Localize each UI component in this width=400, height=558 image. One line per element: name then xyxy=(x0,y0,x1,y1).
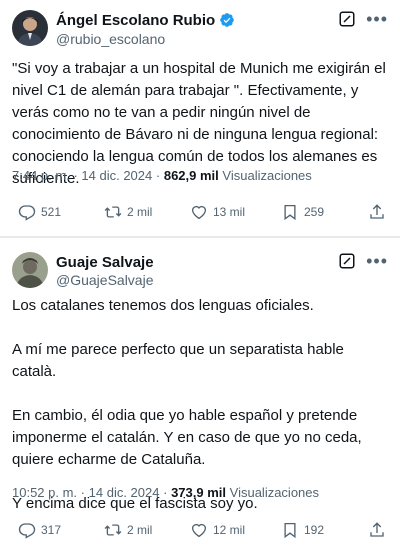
top-actions: ••• xyxy=(338,10,388,28)
tweet-text: Los catalanes tenemos dos lenguas oficia… xyxy=(12,295,392,515)
top-actions: ••• xyxy=(338,252,388,270)
meta-separator: · xyxy=(163,485,168,500)
heart-icon xyxy=(191,205,207,220)
author-name-text: Ángel Escolano Rubio xyxy=(56,12,216,29)
avatar[interactable] xyxy=(12,252,48,288)
like-count: 13 mil xyxy=(213,205,246,219)
repost-count: 2 mil xyxy=(127,205,153,219)
author-handle[interactable]: @GuajeSalvaje xyxy=(56,272,154,288)
meta-separator: · xyxy=(73,168,78,183)
bookmark-button[interactable]: 192 xyxy=(281,521,324,539)
avatar[interactable] xyxy=(12,10,48,46)
reply-icon xyxy=(18,523,36,539)
views-label: Visualizaciones xyxy=(229,485,320,500)
reply-count: 521 xyxy=(41,205,62,219)
view-count: 373,9 mil xyxy=(171,485,227,500)
repost-icon xyxy=(104,206,122,218)
action-bar: 521 2 mil 13 mil 259 xyxy=(0,203,400,225)
views-label: Visualizaciones xyxy=(222,168,312,183)
tweet-paragraph: A mí me parece perfecto que un separatis… xyxy=(12,341,344,380)
meta-separator: · xyxy=(80,485,86,500)
tweet-1: Ángel Escolano Rubio @rubio_escolano •••… xyxy=(0,0,400,236)
bookmark-icon xyxy=(284,522,296,539)
share-icon xyxy=(370,522,384,537)
repost-button[interactable]: 2 mil xyxy=(104,203,152,221)
bookmark-icon xyxy=(284,204,296,221)
grok-icon[interactable] xyxy=(338,10,356,28)
like-count: 12 mil xyxy=(213,523,246,537)
meta-separator: · xyxy=(155,168,161,183)
author-name[interactable]: Ángel Escolano Rubio xyxy=(56,12,235,29)
tweet-paragraph: En cambio, él odia que yo hable español … xyxy=(12,407,362,468)
bookmark-count: 259 xyxy=(304,205,325,219)
more-options-icon[interactable]: ••• xyxy=(366,10,388,28)
bookmark-count: 192 xyxy=(304,523,325,537)
repost-icon xyxy=(104,524,122,536)
bookmark-button[interactable]: 259 xyxy=(281,203,324,221)
tweet-date[interactable]: 14 dic. 2024 xyxy=(89,485,160,500)
share-button[interactable] xyxy=(368,203,386,221)
repost-count: 2 mil xyxy=(127,523,153,537)
reply-button[interactable]: 317 xyxy=(18,521,61,539)
tweet-meta: 7:44 p. m. · 14 dic. 2024 · 862,9 mil Vi… xyxy=(12,168,312,183)
reply-icon xyxy=(18,205,36,221)
heart-icon xyxy=(191,523,207,538)
action-bar: 317 2 mil 12 mil 192 xyxy=(0,521,400,543)
view-count: 862,9 mil xyxy=(163,168,219,183)
tweet-time[interactable]: 10:52 p. m. xyxy=(12,485,77,500)
repost-button[interactable]: 2 mil xyxy=(104,521,152,539)
author-name[interactable]: Guaje Salvaje xyxy=(56,254,154,271)
tweet-meta: 10:52 p. m. · 14 dic. 2024 · 373,9 mil V… xyxy=(12,485,319,500)
reply-count: 317 xyxy=(41,523,62,537)
tweet-time[interactable]: 7:44 p. m. xyxy=(12,168,70,183)
tweet-date[interactable]: 14 dic. 2024 xyxy=(81,168,152,183)
reply-button[interactable]: 521 xyxy=(18,203,61,221)
more-options-icon[interactable]: ••• xyxy=(366,252,388,270)
share-icon xyxy=(370,204,384,219)
grok-icon[interactable] xyxy=(338,252,356,270)
tweet-paragraph: Los catalanes tenemos dos lenguas oficia… xyxy=(12,297,314,314)
like-button[interactable]: 13 mil xyxy=(190,203,245,221)
tweet-2: Guaje Salvaje @GuajeSalvaje ••• Los cata… xyxy=(0,238,400,558)
share-button[interactable] xyxy=(368,521,386,539)
like-button[interactable]: 12 mil xyxy=(190,521,245,539)
author-handle[interactable]: @rubio_escolano xyxy=(56,31,165,47)
verified-badge-icon xyxy=(219,12,235,28)
